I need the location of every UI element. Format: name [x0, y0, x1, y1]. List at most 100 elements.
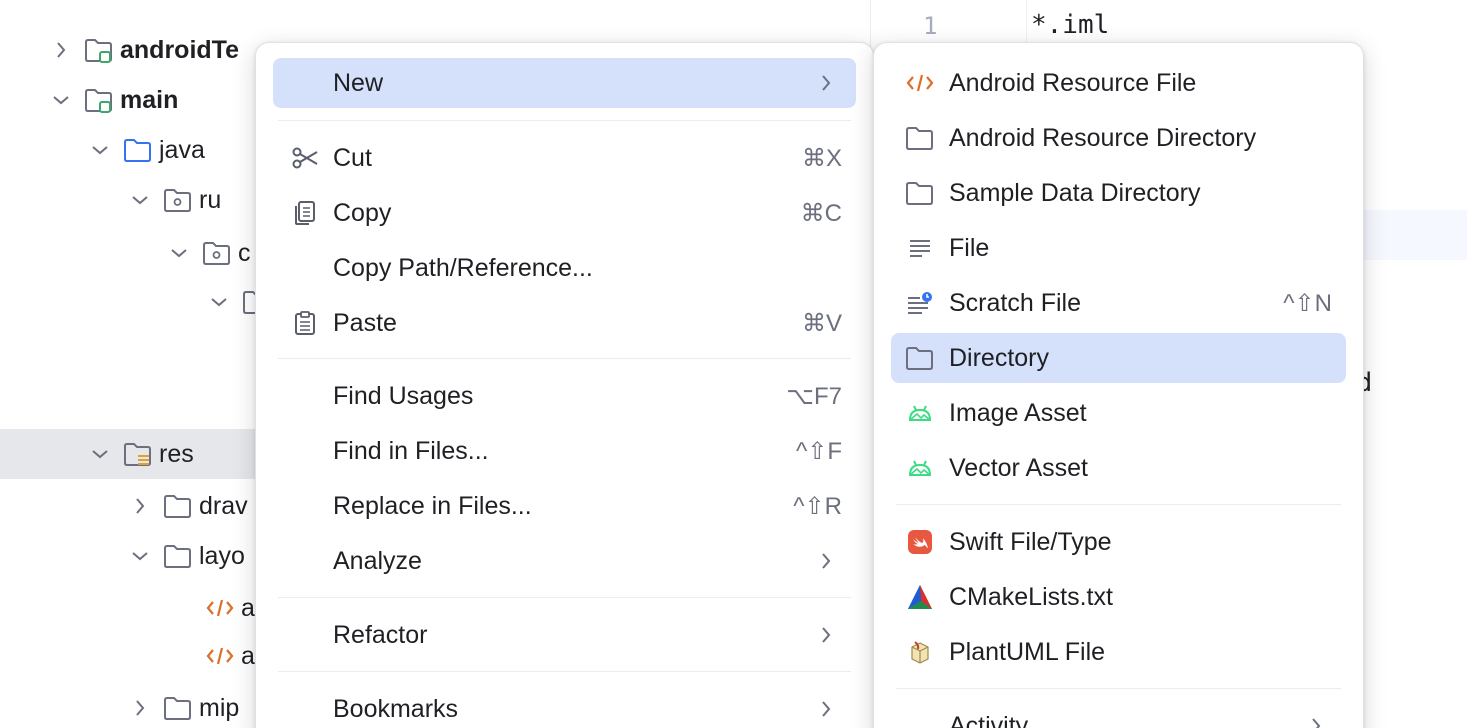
menu-item-cmakelists[interactable]: CMakeLists.txt — [891, 572, 1346, 622]
swift-icon — [905, 527, 935, 557]
menu-item-android-resource-directory[interactable]: Android Resource Directory — [891, 113, 1346, 163]
menu-item-replace-in-files[interactable]: Replace in Files... ^⇧R — [273, 481, 856, 531]
menu-item-label: Refactor — [333, 620, 428, 649]
context-menu: New Cut ⌘X Copy ⌘C Copy Path/Reference..… — [255, 42, 874, 728]
menu-separator — [278, 120, 851, 121]
menu-item-paste[interactable]: Paste ⌘V — [273, 298, 856, 348]
shortcut-label: ⌘X — [801, 144, 842, 172]
tree-item-label: main — [120, 85, 179, 114]
menu-item-label: Analyze — [333, 546, 422, 575]
chevron-down-icon[interactable] — [89, 443, 111, 465]
submenu-arrow-icon — [1310, 716, 1324, 728]
chevron-down-icon[interactable] — [168, 242, 190, 264]
menu-item-plantuml-file[interactable]: PlantUML File — [891, 627, 1346, 677]
menu-item-label: Cut — [333, 143, 372, 172]
menu-item-label: Find Usages — [333, 381, 474, 410]
menu-item-label: Copy Path/Reference... — [333, 253, 593, 282]
module-folder-icon — [84, 86, 114, 114]
menu-item-label: Android Resource Directory — [949, 123, 1257, 152]
tree-item-label: mip — [199, 693, 240, 722]
menu-item-file[interactable]: File — [891, 223, 1346, 273]
tree-item-label: res — [159, 439, 194, 468]
chevron-down-icon[interactable] — [208, 291, 230, 313]
menu-separator — [896, 504, 1341, 505]
xml-file-icon — [905, 68, 935, 98]
menu-item-refactor[interactable]: Refactor — [273, 610, 856, 660]
submenu-arrow-icon — [820, 625, 834, 645]
menu-item-bookmarks[interactable]: Bookmarks — [273, 684, 856, 728]
menu-separator — [896, 688, 1341, 689]
shortcut-label: ^⇧N — [1283, 289, 1332, 317]
menu-item-analyze[interactable]: Analyze — [273, 536, 856, 586]
folder-icon — [163, 492, 193, 520]
folder-icon — [905, 178, 935, 208]
menu-item-label: Scratch File — [949, 288, 1081, 317]
menu-item-label: File — [949, 233, 990, 262]
menu-item-label: Image Asset — [949, 398, 1087, 427]
menu-item-copy-path[interactable]: Copy Path/Reference... — [273, 243, 856, 293]
menu-item-find-in-files[interactable]: Find in Files... ^⇧F — [273, 426, 856, 476]
chevron-down-icon[interactable] — [129, 189, 151, 211]
source-folder-icon — [123, 136, 153, 164]
menu-separator — [278, 671, 851, 672]
menu-item-sample-data-directory[interactable]: Sample Data Directory — [891, 168, 1346, 218]
text-file-icon — [905, 233, 935, 263]
package-folder-icon — [163, 186, 193, 214]
xml-file-icon — [205, 594, 235, 622]
menu-item-label: Find in Files... — [333, 436, 489, 465]
chevron-right-icon[interactable] — [129, 495, 151, 517]
menu-separator — [278, 358, 851, 359]
menu-item-activity[interactable]: Activity — [891, 701, 1346, 728]
submenu-arrow-icon — [820, 73, 834, 93]
folder-icon — [163, 542, 193, 570]
module-folder-icon — [84, 36, 114, 64]
menu-item-vector-asset[interactable]: Vector Asset — [891, 443, 1346, 493]
tree-item-label: a — [241, 593, 255, 622]
menu-item-swift-file[interactable]: Swift File/Type — [891, 517, 1346, 567]
shortcut-label: ⌥F7 — [786, 382, 842, 410]
menu-item-cut[interactable]: Cut ⌘X — [273, 133, 856, 183]
chevron-down-icon[interactable] — [89, 139, 111, 161]
chevron-right-icon[interactable] — [129, 697, 151, 719]
menu-item-android-resource-file[interactable]: Android Resource File — [891, 58, 1346, 108]
menu-item-label: Directory — [949, 343, 1050, 372]
shortcut-label: ⌘C — [800, 199, 842, 227]
menu-item-directory[interactable]: Directory — [891, 333, 1346, 383]
menu-item-new[interactable]: New — [273, 58, 856, 108]
menu-item-label: Bookmarks — [333, 694, 459, 723]
menu-item-label: Vector Asset — [949, 453, 1088, 482]
menu-item-label: Swift File/Type — [949, 527, 1112, 556]
chevron-right-icon[interactable] — [50, 39, 72, 61]
shortcut-label: ^⇧F — [795, 437, 842, 465]
shortcut-label: ⌘V — [801, 309, 842, 337]
folder-icon — [905, 123, 935, 153]
chevron-down-icon[interactable] — [50, 89, 72, 111]
menu-item-copy[interactable]: Copy ⌘C — [273, 188, 856, 238]
tree-item-label: drav — [199, 491, 248, 520]
chevron-down-icon[interactable] — [129, 545, 151, 567]
menu-item-label: Copy — [333, 198, 392, 227]
cmake-icon — [905, 582, 935, 612]
copy-icon — [290, 198, 320, 228]
menu-separator — [278, 597, 851, 598]
submenu-arrow-icon — [820, 699, 834, 719]
shortcut-label: ^⇧R — [793, 492, 842, 520]
resource-folder-icon — [123, 440, 153, 468]
scratch-file-icon — [905, 288, 935, 318]
xml-file-icon — [205, 642, 235, 670]
menu-item-find-usages[interactable]: Find Usages ⌥F7 — [273, 371, 856, 421]
code-line[interactable]: *.iml — [1031, 10, 1109, 40]
ide-window: androidTe main java ru c res drav layo a… — [0, 0, 1467, 728]
line-number: 1 — [923, 12, 938, 40]
new-submenu: Android Resource File Android Resource D… — [873, 42, 1364, 728]
package-folder-icon — [202, 239, 232, 267]
menu-item-scratch-file[interactable]: Scratch File ^⇧N — [891, 278, 1346, 328]
tree-item-label: a — [241, 641, 255, 670]
menu-item-label: Sample Data Directory — [949, 178, 1201, 207]
tree-item-label: androidTe — [120, 35, 239, 64]
menu-item-label: Paste — [333, 308, 397, 337]
menu-item-label: PlantUML File — [949, 637, 1106, 666]
menu-item-image-asset[interactable]: Image Asset — [891, 388, 1346, 438]
tree-item-label: c — [238, 238, 251, 267]
tree-item-label: layo — [199, 541, 245, 570]
